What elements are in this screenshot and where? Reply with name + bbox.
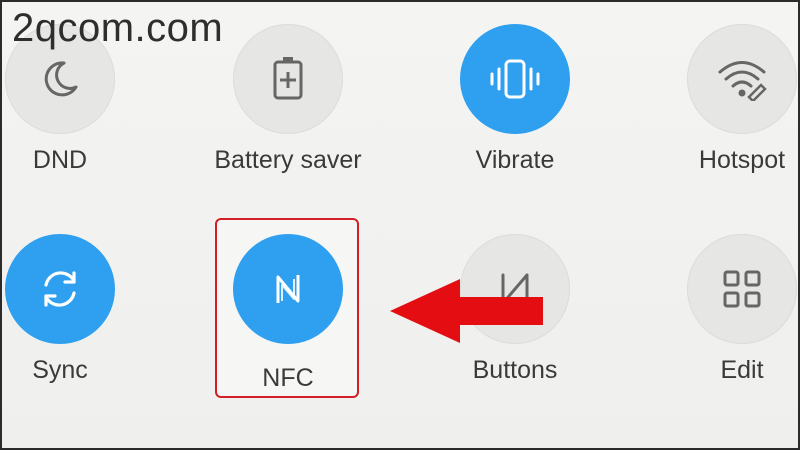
- tile-label-sync: Sync: [32, 356, 88, 384]
- vibrate-phone-icon: [490, 59, 540, 99]
- tile-label-dnd: DND: [32, 146, 88, 174]
- sync-toggle[interactable]: [5, 234, 115, 344]
- grid-icon: [723, 270, 761, 308]
- tile-battery-saver[interactable]: Battery saver: [208, 24, 368, 224]
- battery-saver-toggle[interactable]: [233, 24, 343, 134]
- red-arrow-icon: [390, 279, 543, 343]
- tile-label-battery-saver: Battery saver: [214, 146, 362, 174]
- tile-label-buttons: Buttons: [472, 356, 558, 384]
- tile-vibrate[interactable]: Vibrate: [435, 24, 595, 224]
- edit-button[interactable]: [687, 234, 797, 344]
- tile-label-edit: Edit: [720, 356, 764, 384]
- watermark: 2qcom.com: [12, 6, 224, 50]
- sync-icon: [44, 271, 76, 307]
- tile-label-hotspot: Hotspot: [698, 146, 786, 174]
- nfc-icon: [276, 275, 300, 303]
- quick-settings-panel: 2qcom.com DND Battery saver Vibrate Hots…: [0, 0, 800, 450]
- vibrate-toggle[interactable]: [460, 24, 570, 134]
- tile-sync[interactable]: Sync: [2, 234, 140, 434]
- tile-label-nfc: NFC: [262, 364, 314, 392]
- moon-icon: [44, 61, 78, 97]
- wifi-hotspot-icon: [718, 61, 767, 101]
- nfc-toggle[interactable]: [233, 234, 343, 344]
- tile-label-vibrate: Vibrate: [475, 146, 555, 174]
- tile-hotspot[interactable]: Hotspot: [662, 24, 798, 224]
- tile-edit[interactable]: Edit: [662, 234, 798, 434]
- battery-plus-icon: [273, 57, 303, 100]
- tile-dnd[interactable]: DND: [2, 24, 140, 224]
- hotspot-toggle[interactable]: [687, 24, 797, 134]
- tile-nfc[interactable]: NFC: [208, 234, 368, 434]
